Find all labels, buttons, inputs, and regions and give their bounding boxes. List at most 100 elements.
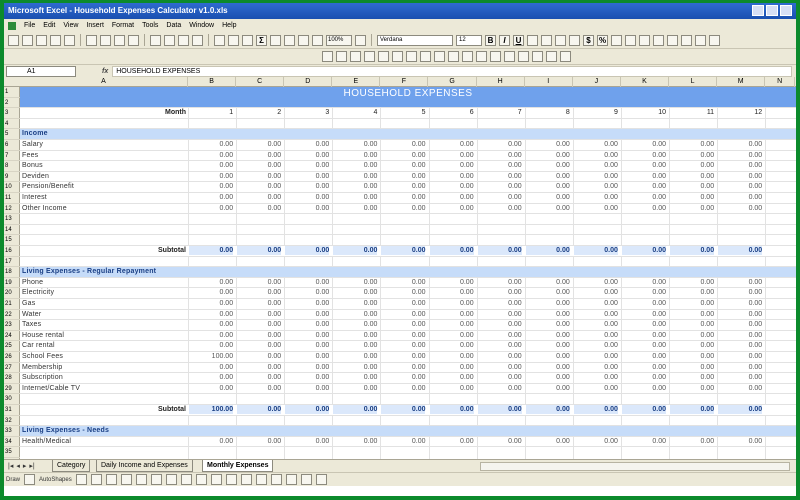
row-header-16[interactable]: 16 — [4, 246, 20, 257]
toolbar-button[interactable] — [336, 51, 347, 62]
cell-value[interactable]: 0.00 — [573, 246, 618, 255]
diagram-icon[interactable] — [165, 474, 177, 485]
draw-menu[interactable]: Draw — [6, 477, 20, 483]
align-right-icon[interactable] — [555, 34, 566, 46]
cell-value[interactable]: 0.00 — [430, 299, 474, 309]
row-header-29[interactable]: 29 — [4, 384, 20, 395]
chart-wizard-icon[interactable] — [298, 34, 309, 46]
new-icon[interactable] — [8, 34, 19, 46]
cell-value[interactable]: 0.00 — [670, 140, 714, 150]
cell-value[interactable]: 0.00 — [574, 204, 618, 214]
row-header-25[interactable]: 25 — [4, 341, 20, 352]
toolbar-button[interactable] — [420, 51, 431, 62]
cell-value[interactable]: 0.00 — [381, 384, 426, 394]
sort-ascending-icon[interactable] — [270, 34, 281, 46]
menu-view[interactable]: View — [63, 22, 78, 29]
cell-value[interactable]: 0.00 — [237, 320, 282, 330]
cell-value[interactable]: 0.00 — [478, 182, 522, 192]
toolbar-button[interactable] — [434, 51, 445, 62]
cell-value[interactable]: 0.00 — [478, 151, 522, 161]
rectangle-icon[interactable] — [105, 474, 117, 485]
cell-value[interactable]: 0.00 — [381, 288, 426, 298]
cell-value[interactable]: 0.00 — [333, 352, 378, 362]
cell-value[interactable]: 0.00 — [189, 373, 233, 383]
cell-value[interactable]: 0.00 — [381, 172, 426, 182]
cell-value[interactable]: 0.00 — [237, 161, 282, 171]
menu-file[interactable]: File — [24, 22, 35, 29]
font-color-icon[interactable] — [240, 474, 252, 485]
row-header-11[interactable]: 11 — [4, 193, 20, 204]
cell-value[interactable]: 0.00 — [237, 373, 282, 383]
row-header-30[interactable]: 30 — [4, 394, 20, 405]
cell-value[interactable]: 0.00 — [478, 140, 522, 150]
cell-value[interactable]: 0.00 — [333, 405, 378, 414]
cell-value[interactable]: 0.00 — [381, 204, 426, 214]
close-icon[interactable] — [780, 5, 792, 16]
row-header-22[interactable]: 22 — [4, 310, 20, 321]
cell-value[interactable]: 0.00 — [574, 331, 618, 341]
cell-value[interactable]: 0.00 — [478, 288, 522, 298]
toolbar-button[interactable] — [392, 51, 403, 62]
cell-value[interactable]: 0.00 — [670, 299, 714, 309]
zoom-select[interactable]: 100% — [326, 34, 352, 46]
arrow-style-icon[interactable] — [285, 474, 297, 485]
cell-value[interactable]: 0.00 — [574, 182, 618, 192]
cell-value[interactable]: 0.00 — [718, 182, 763, 192]
cell-value[interactable]: 0.00 — [718, 363, 763, 373]
cell-value[interactable]: 0.00 — [574, 151, 618, 161]
bold-button[interactable]: B — [485, 34, 496, 46]
decrease-indent-icon[interactable] — [653, 34, 664, 46]
cell-value[interactable]: 0.00 — [430, 204, 474, 214]
column-header-c[interactable]: C — [236, 77, 285, 87]
cell-value[interactable]: 0.00 — [574, 341, 618, 351]
cell-area[interactable]: HOUSEHOLD EXPENSES Month 1 2 3 4 5 6 7 8 9 10 11 12 In… — [20, 87, 796, 459]
cell-value[interactable]: 0.00 — [285, 246, 330, 255]
cell-value[interactable]: 0.00 — [718, 310, 763, 320]
cell-value[interactable]: 0.00 — [622, 182, 666, 192]
cell-value[interactable]: 0.00 — [574, 373, 618, 383]
column-header-k[interactable]: K — [621, 77, 669, 87]
cell-value[interactable]: 0.00 — [670, 288, 714, 298]
column-header-h[interactable]: H — [477, 77, 525, 87]
cell-value[interactable]: 0.00 — [430, 363, 474, 373]
toolbar-button[interactable] — [546, 51, 557, 62]
clip-art-icon[interactable] — [180, 474, 192, 485]
cell-value[interactable]: 0.00 — [430, 373, 474, 383]
cell-value[interactable]: 0.00 — [718, 405, 763, 414]
cell-value[interactable]: 0.00 — [622, 331, 666, 341]
cell-value[interactable]: 0.00 — [430, 331, 474, 341]
cell-value[interactable]: 0.00 — [430, 288, 474, 298]
row-header-18[interactable]: 18 — [4, 267, 20, 278]
toolbar-button[interactable] — [532, 51, 543, 62]
row-header-17[interactable]: 17 — [4, 257, 20, 268]
cell-value[interactable]: 0.00 — [526, 193, 570, 203]
arrow-icon[interactable] — [90, 474, 102, 485]
row-header-27[interactable]: 27 — [4, 363, 20, 374]
cell-value[interactable]: 0.00 — [718, 172, 763, 182]
cell-value[interactable]: 0.00 — [333, 437, 378, 447]
cell-value[interactable]: 0.00 — [430, 384, 474, 394]
cell-value[interactable]: 0.00 — [718, 193, 763, 203]
3d-icon[interactable] — [315, 474, 327, 485]
cell-value[interactable]: 0.00 — [189, 278, 233, 288]
cell-value[interactable]: 0.00 — [285, 341, 330, 351]
toolbar-button[interactable] — [406, 51, 417, 62]
permission-icon[interactable] — [50, 34, 61, 46]
cell-value[interactable]: 0.00 — [670, 172, 714, 182]
cell-value[interactable]: 0.00 — [574, 299, 618, 309]
cell-value[interactable]: 0.00 — [622, 373, 666, 383]
cell-value[interactable]: 0.00 — [430, 320, 474, 330]
cell-value[interactable]: 0.00 — [574, 310, 618, 320]
cell-value[interactable]: 0.00 — [670, 405, 715, 414]
row-header-28[interactable]: 28 — [4, 373, 20, 384]
align-left-icon[interactable] — [527, 34, 538, 46]
excel-doc-icon[interactable] — [8, 21, 16, 30]
cell-value[interactable]: 0.00 — [333, 278, 378, 288]
cell-value[interactable]: 0.00 — [670, 320, 714, 330]
dash-style-icon[interactable] — [270, 474, 282, 485]
cell-value[interactable]: 0.00 — [718, 140, 763, 150]
cell-value[interactable]: 0.00 — [478, 341, 522, 351]
cell-value[interactable]: 0.00 — [237, 384, 282, 394]
toolbar-button[interactable] — [490, 51, 501, 62]
cell-value[interactable]: 0.00 — [333, 172, 378, 182]
